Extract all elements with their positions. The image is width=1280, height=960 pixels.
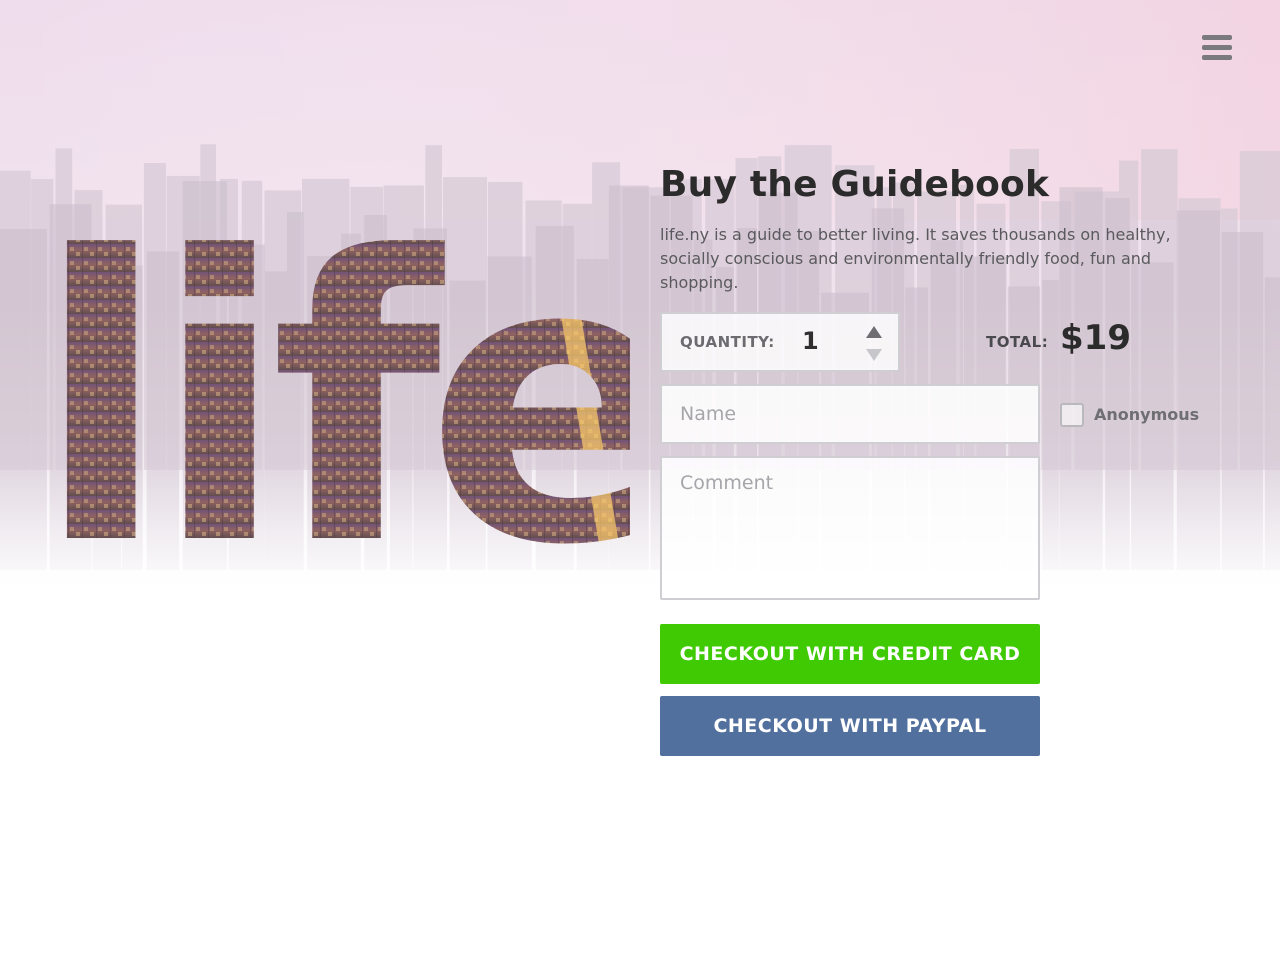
page-title: Buy the Guidebook xyxy=(660,164,1050,205)
life-logo: life life xyxy=(40,230,630,550)
menu-bar xyxy=(1202,35,1232,40)
checkout-credit-card-button[interactable]: CHECKOUT WITH CREDIT CARD xyxy=(660,624,1040,684)
name-field[interactable] xyxy=(660,384,1040,444)
total-price: $19 xyxy=(1060,318,1131,358)
menu-bar xyxy=(1202,55,1232,60)
quantity-stepper[interactable]: QUANTITY: 1 xyxy=(660,312,900,372)
quantity-label: QUANTITY: xyxy=(680,333,775,351)
checkout-page: life life Buy the Guidebook life.ny is a… xyxy=(0,0,1280,960)
anonymous-label: Anonymous xyxy=(1094,405,1200,424)
product-description: life.ny is a guide to better living. It … xyxy=(660,225,1171,292)
checkout-paypal-button[interactable]: CHECKOUT WITH PAYPAL xyxy=(660,696,1040,756)
triangle-down-icon[interactable] xyxy=(864,347,884,363)
quantity-value[interactable]: 1 xyxy=(802,327,819,355)
triangle-up-icon[interactable] xyxy=(864,324,884,340)
total-label: TOTAL: xyxy=(986,333,1049,351)
hamburger-menu-icon[interactable] xyxy=(1196,30,1238,66)
checkbox-icon[interactable] xyxy=(1060,403,1084,427)
menu-bar xyxy=(1202,45,1232,50)
comment-field[interactable] xyxy=(660,456,1040,600)
